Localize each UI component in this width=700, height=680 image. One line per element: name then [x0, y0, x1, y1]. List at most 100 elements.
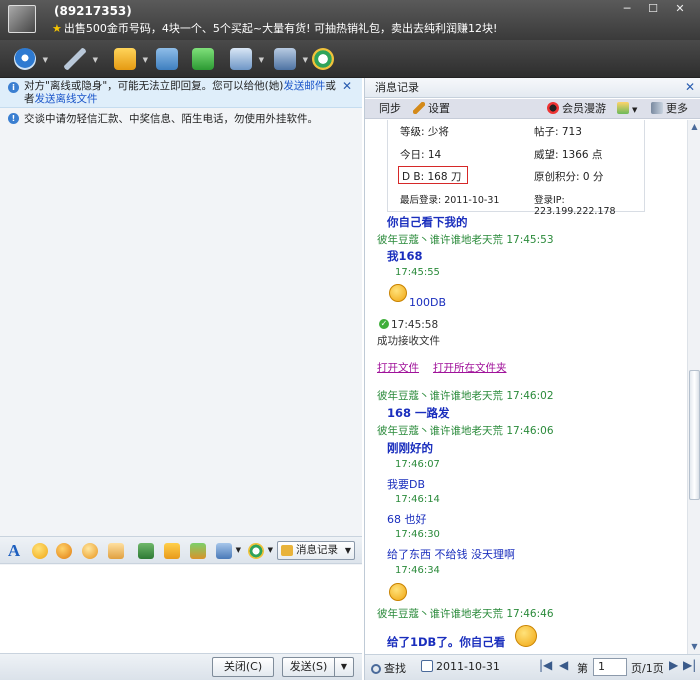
whiteboard-icon — [192, 48, 214, 70]
message-history-label: 消息记录 — [296, 544, 338, 556]
contact-avatar[interactable] — [8, 5, 36, 33]
calendar-icon — [421, 660, 433, 672]
voice-call-button[interactable]: ▼ — [60, 45, 98, 73]
close-notice-icon[interactable]: ✕ — [342, 80, 352, 93]
sender-time: 17:46:46 — [506, 608, 554, 620]
message-text: 100DB — [409, 296, 447, 309]
chevron-down-icon: ▼ — [340, 662, 348, 671]
scroll-up-icon[interactable]: ▲ — [688, 120, 700, 134]
screenshot-button[interactable] — [152, 45, 182, 73]
screen-capture-button[interactable]: ▼ — [214, 541, 241, 561]
profile-original: 原创积分: 0 分 — [534, 171, 604, 183]
chevron-down-icon[interactable]: ▼ — [143, 56, 148, 64]
history-view-button[interactable]: ▼ — [617, 99, 637, 120]
profile-prestige: 威望: 1366 点 — [534, 149, 603, 161]
history-scrollbar[interactable]: ▲ ▼ — [687, 120, 700, 654]
history-toolbar: 同步 设置 会员漫游 ▼ 更多 — [365, 99, 700, 119]
send-offline-file-link[interactable]: 发送离线文件 — [35, 93, 98, 105]
app-settings-button[interactable]: ▼ — [270, 45, 308, 73]
penguin-emoticon-icon — [515, 625, 537, 647]
check-icon: ✓ — [379, 319, 389, 329]
profile-posts: 帖子: 713 — [534, 126, 582, 138]
smiley-icon — [32, 543, 48, 559]
find-button[interactable]: 查找 — [371, 660, 406, 676]
title-bar: (89217353) ★ 出售500金币号码，4块一个、5个买起~大量有货! 可抽… — [0, 0, 700, 40]
send-button[interactable]: 发送(S) — [282, 657, 334, 677]
history-title: 消息记录 — [375, 81, 419, 94]
first-page-icon[interactable]: |◀ — [539, 658, 552, 672]
qq-pay-button[interactable]: ▼ — [246, 541, 273, 561]
send-options-button[interactable]: ▼ — [334, 657, 354, 677]
magic-face-icon — [56, 543, 72, 559]
chevron-down-icon[interactable]: ▼ — [345, 542, 351, 559]
offline-notice: i 对方"离线或隐身"，可能无法立即回复。您可以给他(她)发送邮件或者发送离线文… — [0, 78, 362, 108]
offline-notice-text: 对方"离线或隐身"，可能无法立即回复。您可以给他(她)发送邮件或者发送离线文件 — [24, 80, 340, 106]
last-page-icon[interactable]: ▶| — [683, 658, 696, 672]
video-call-button[interactable]: ▼ — [10, 45, 48, 73]
payment-button[interactable] — [308, 45, 338, 73]
message-sender: 彼年豆蔻丶谁许谁地老天荒 17:46:46 — [377, 606, 554, 621]
font-button[interactable]: A — [4, 541, 24, 561]
message-text: 给了1DB了。你自己看 — [387, 635, 506, 649]
maximize-button[interactable]: ☐ — [643, 2, 663, 16]
chat-window: (89217353) ★ 出售500金币号码，4块一个、5个买起~大量有货! 可抽… — [0, 0, 700, 680]
remote-assist-button[interactable]: ▼ — [226, 45, 264, 73]
send-file-button[interactable]: ▼ — [110, 45, 148, 73]
open-file-link[interactable]: 打开文件 — [377, 360, 419, 375]
music-button[interactable] — [162, 541, 182, 561]
message-input[interactable] — [0, 565, 362, 653]
close-button[interactable]: 关闭(C) — [212, 657, 274, 677]
vip-roaming-button[interactable]: 会员漫游 — [547, 99, 606, 119]
send-email-link[interactable]: 发送邮件 — [283, 80, 325, 92]
send-image-button[interactable] — [136, 541, 156, 561]
chevron-down-icon[interactable]: ▼ — [236, 546, 241, 554]
sender-name: 彼年豆蔻丶谁许谁地老天荒 — [377, 234, 503, 246]
emoticon-button[interactable] — [30, 541, 50, 561]
shared-board-button[interactable] — [188, 45, 218, 73]
magic-emoticon-button[interactable] — [54, 541, 74, 561]
chevron-down-icon[interactable]: ▼ — [43, 56, 48, 64]
image-icon — [156, 48, 178, 70]
sync-button[interactable]: 同步 — [379, 99, 401, 119]
message-timestamp: 17:45:55 — [395, 267, 440, 278]
message-timestamp: 17:46:14 — [395, 494, 440, 505]
history-messages: 等级: 少将 帖子: 713 今日: 14 威望: 1366 点 D B: 16… — [365, 120, 687, 654]
message-text: 给了东西 不给钱 没天理啊 — [387, 548, 515, 561]
message-timestamp: 17:46:30 — [395, 529, 440, 540]
more-button[interactable]: 更多 — [651, 99, 688, 119]
close-history-icon[interactable]: ✕ — [685, 78, 695, 97]
history-settings-button[interactable]: 设置 — [413, 99, 450, 119]
history-panel: 消息记录 ✕ 同步 设置 会员漫游 ▼ 更多 等级: 少将 帖子: 713 今日… — [364, 78, 700, 680]
export-icon — [617, 102, 629, 114]
sender-time: 17:46:02 — [506, 390, 554, 402]
webcam-icon — [14, 48, 36, 70]
scroll-down-icon[interactable]: ▼ — [688, 640, 700, 654]
chevron-down-icon[interactable]: ▼ — [93, 56, 98, 64]
coin-icon — [248, 543, 264, 559]
scrawl-button[interactable] — [188, 541, 208, 561]
tools-icon — [230, 48, 252, 70]
coin-icon — [312, 48, 334, 70]
find-label: 查找 — [384, 662, 406, 675]
page-number-input[interactable]: 1 — [593, 658, 627, 676]
close-window-button[interactable]: ✕ — [670, 2, 690, 16]
voice-message-button[interactable] — [106, 541, 126, 561]
open-folder-link[interactable]: 打开所在文件夹 — [433, 360, 507, 375]
next-page-icon[interactable]: ▶ — [669, 658, 678, 672]
sender-time: 17:45:53 — [506, 234, 554, 246]
input-toolbar: A ▼ ▼ 消息记录 ▼ — [0, 536, 362, 564]
message-timestamp: 17:46:07 — [395, 459, 440, 470]
prev-page-icon[interactable]: ◀ — [559, 658, 568, 672]
message-history-button[interactable]: 消息记录 ▼ — [277, 541, 355, 560]
star-icon: ★ — [52, 22, 62, 35]
conversation-pane: i 对方"离线或隐身"，可能无法立即回复。您可以给他(她)发送邮件或者发送离线文… — [0, 78, 362, 680]
chevron-down-icon[interactable]: ▼ — [259, 56, 264, 64]
contact-qq-number: (89217353) — [54, 4, 132, 18]
chevron-down-icon[interactable]: ▼ — [268, 546, 273, 554]
scroll-thumb[interactable] — [689, 370, 700, 500]
chevron-down-icon: ▼ — [632, 106, 638, 114]
minimize-button[interactable]: ─ — [617, 2, 637, 16]
date-picker[interactable]: 2011-10-31 — [421, 660, 500, 673]
send-bar: 关闭(C) 发送(S) ▼ — [0, 653, 362, 680]
shake-button[interactable] — [80, 541, 100, 561]
